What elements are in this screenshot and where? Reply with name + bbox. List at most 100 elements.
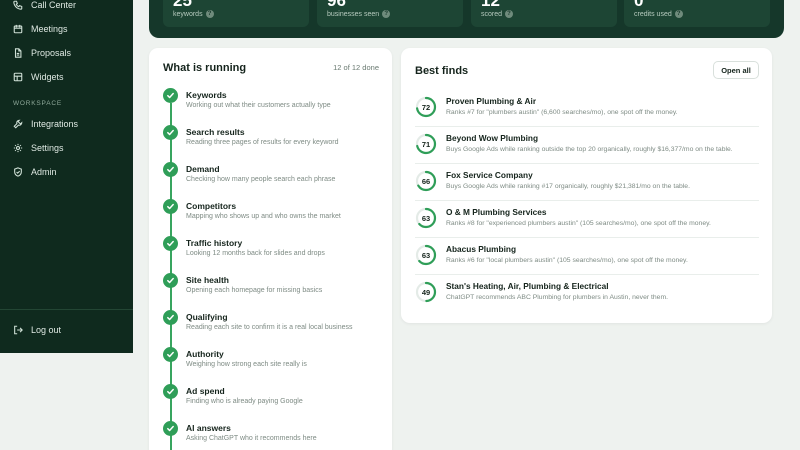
step-description: Reading three pages of results for every… [186, 139, 339, 146]
document-icon [14, 48, 22, 58]
check-icon [163, 273, 178, 288]
step-description: Opening each homepage for missing basics [186, 287, 323, 294]
timeline-step: Authority Weighing how strong each site r… [163, 347, 383, 377]
stat-label-row: credits used? [634, 10, 683, 18]
step-name: AI answers [186, 423, 231, 433]
stat-label: credits used [634, 10, 672, 18]
best-finds-title: Best finds [415, 65, 469, 77]
timeline-step: Site health Opening each homepage for mis… [163, 273, 383, 303]
stat-scored: 12 scored? [471, 0, 617, 27]
sidebar-item-admin[interactable]: Admin [13, 165, 57, 179]
sidebar-item-label: Admin [31, 167, 57, 177]
gear-icon [13, 143, 23, 153]
step-name: Keywords [186, 90, 227, 100]
best-find-row[interactable]: 49 Stan's Heating, Air, Plumbing & Electr… [415, 275, 759, 312]
score-value: 66 [421, 176, 431, 186]
sidebar-item-label: Call Center [31, 0, 77, 10]
find-description: Ranks #6 for "local plumbers austin" (10… [446, 257, 688, 264]
find-name: Abacus Plumbing [446, 244, 517, 254]
check-icon [163, 125, 178, 140]
sidebar-item-settings[interactable]: Settings [13, 141, 64, 155]
step-description: Checking how many people search each phr… [186, 176, 336, 183]
step-description: Asking ChatGPT who it recommends here [186, 435, 317, 442]
step-description: Looking 12 months back for slides and dr… [186, 250, 325, 257]
best-find-row[interactable]: 71 Beyond Wow Plumbing Buys Google Ads whi… [415, 127, 759, 164]
find-description: ChatGPT recommends ABC Plumbing for plum… [446, 294, 669, 301]
sidebar-item-widgets[interactable]: Widgets [13, 70, 64, 84]
stat-credits-used: 0 credits used? [624, 0, 770, 27]
stat-label-row: scored? [481, 10, 514, 18]
best-finds-card: Best finds Open all 72 Proven Plumbing & … [401, 48, 772, 323]
step-description: Finding who is already paying Google [186, 398, 303, 405]
sidebar-item-meetings[interactable]: Meetings [13, 22, 68, 36]
step-description: Weighing how strong each site really is [186, 361, 307, 368]
timeline-step: Competitors Mapping who shows up and who … [163, 199, 383, 229]
step-description: Mapping who shows up and who owns the ma… [186, 213, 341, 220]
score-value: 72 [421, 102, 431, 112]
find-name: Stan's Heating, Air, Plumbing & Electric… [446, 281, 609, 291]
running-card: What is running 12 of 12 done Keywords Wo… [149, 48, 392, 450]
score-ring: 63 [415, 244, 437, 266]
score-value: 71 [421, 139, 431, 149]
score-value: 49 [421, 287, 431, 297]
running-title: What is running [163, 62, 247, 74]
step-description: Working out what their customers actuall… [186, 102, 331, 109]
timeline-step: Search results Reading three pages of res… [163, 125, 383, 155]
step-name: Qualifying [186, 312, 228, 322]
find-description: Buys Google Ads while ranking #17 organi… [446, 183, 690, 190]
step-name: Traffic history [186, 238, 243, 248]
logout-icon [14, 325, 23, 335]
help-icon[interactable]: ? [205, 10, 214, 18]
score-ring: 66 [415, 170, 437, 192]
open-all-button[interactable]: Open all [713, 61, 759, 79]
step-description: Reading each site to confirm it is a rea… [186, 324, 353, 331]
step-name: Site health [186, 275, 229, 285]
timeline-step: Demand Checking how many people search ea… [163, 162, 383, 192]
sidebar-section-label: WORKSPACE [13, 100, 62, 107]
timeline-step: Traffic history Looking 12 months back fo… [163, 236, 383, 266]
check-icon [163, 236, 178, 251]
sidebar-divider [0, 309, 133, 310]
best-find-row[interactable]: 63 O & M Plumbing Services Ranks #8 for "e… [415, 201, 759, 238]
find-description: Ranks #7 for "plumbers austin" (6,600 se… [446, 109, 678, 116]
stat-label-row: keywords? [173, 10, 214, 18]
sidebar: Call Center Meetings Proposals Widgets W… [0, 0, 133, 353]
logout-label: Log out [31, 325, 62, 335]
sidebar-item-label: Widgets [31, 72, 64, 82]
logout-button[interactable]: Log out [13, 323, 61, 337]
stat-label: businesses seen [327, 10, 380, 18]
sidebar-item-label: Meetings [31, 24, 68, 34]
check-icon [163, 421, 178, 436]
find-name: Fox Service Company [446, 170, 533, 180]
sidebar-item-proposals[interactable]: Proposals [13, 46, 71, 60]
find-name: Beyond Wow Plumbing [446, 133, 539, 143]
check-icon [163, 88, 178, 103]
best-find-row[interactable]: 66 Fox Service Company Buys Google Ads whi… [415, 164, 759, 201]
shield-icon [14, 167, 22, 177]
check-icon [163, 310, 178, 325]
stat-label: scored [481, 10, 503, 18]
stat-keywords: 25 keywords? [163, 0, 309, 27]
timeline-step: AI answers Asking ChatGPT who it recommen… [163, 421, 383, 450]
find-description: Buys Google Ads while ranking outside th… [446, 146, 733, 153]
best-find-row[interactable]: 72 Proven Plumbing & Air Ranks #7 for "plu… [415, 90, 759, 127]
sidebar-item-label: Proposals [31, 48, 72, 58]
help-icon[interactable]: ? [382, 10, 391, 18]
wrench-icon [13, 119, 23, 129]
stat-businesses-seen: 96 businesses seen? [317, 0, 463, 27]
step-name: Ad spend [186, 386, 225, 396]
help-icon[interactable]: ? [505, 10, 514, 18]
best-find-row[interactable]: 63 Abacus Plumbing Ranks #6 for "local plu… [415, 238, 759, 275]
progress-count: 12 of 12 done [333, 63, 379, 72]
step-name: Search results [186, 127, 245, 137]
calendar-icon [13, 24, 23, 34]
sidebar-item-call-center[interactable]: Call Center [13, 0, 76, 12]
score-value: 63 [421, 250, 431, 260]
timeline-step: Keywords Working out what their customers… [163, 88, 383, 118]
stats-bar: 25 keywords? 96 businesses seen? 12 scor… [149, 0, 784, 38]
find-name: O & M Plumbing Services [446, 207, 547, 217]
stat-label: keywords [173, 10, 203, 18]
help-icon[interactable]: ? [674, 10, 683, 18]
sidebar-item-integrations[interactable]: Integrations [13, 117, 78, 131]
stat-label-row: businesses seen? [327, 10, 391, 18]
